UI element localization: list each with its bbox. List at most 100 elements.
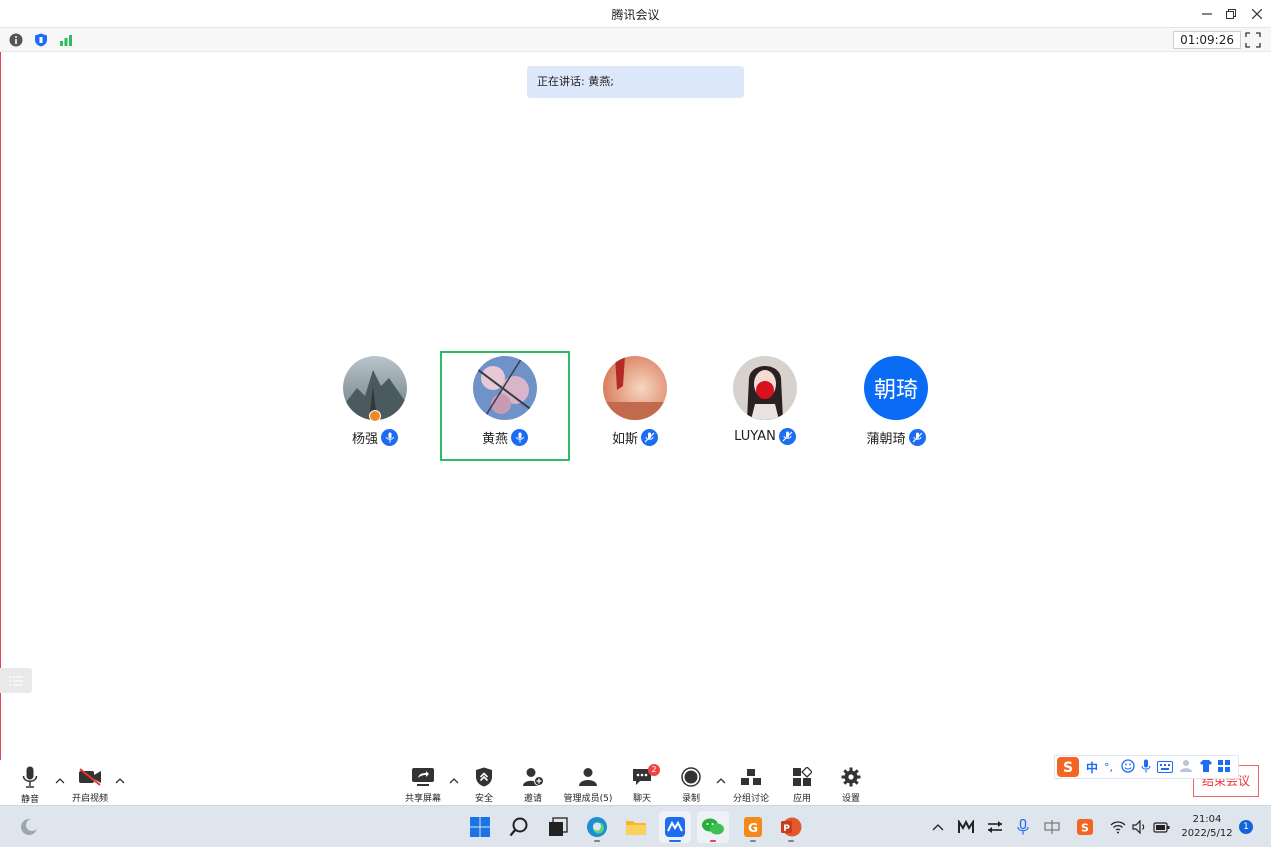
- participant-tile[interactable]: LUYAN: [700, 351, 830, 461]
- mic-on-icon: [511, 429, 528, 446]
- ime-punct-toggle[interactable]: °,: [1104, 761, 1113, 774]
- wifi-icon[interactable]: [1110, 819, 1126, 835]
- os-taskbar: G P S 21:04 2022/5/12 1: [0, 805, 1271, 847]
- avatar: [733, 356, 797, 420]
- avatar: [473, 356, 537, 420]
- weather-widget-icon[interactable]: [13, 811, 45, 843]
- sogou-logo-icon[interactable]: S: [1056, 756, 1080, 778]
- active-indicator: [669, 840, 681, 842]
- participant-name: 如斯: [611, 432, 638, 447]
- chat-unread-badge: 2: [648, 764, 660, 776]
- start-video-button[interactable]: 开启视频: [60, 766, 120, 804]
- settings-button[interactable]: 设置: [821, 766, 881, 804]
- sogou-tray-icon[interactable]: S: [1077, 819, 1093, 835]
- microphone-icon: [18, 766, 42, 788]
- svg-text:S: S: [1063, 760, 1073, 776]
- info-icon[interactable]: [8, 32, 24, 48]
- participant-name: 杨强: [351, 432, 378, 447]
- list-icon: [9, 675, 23, 686]
- participant-name: 黄燕: [481, 432, 508, 447]
- participant-tile[interactable]: 杨强: [310, 351, 440, 461]
- tencent-meeting-taskbar-icon[interactable]: [659, 811, 691, 843]
- powerpoint-icon[interactable]: P: [775, 811, 807, 843]
- windows-start-icon[interactable]: [464, 811, 496, 843]
- invite-button[interactable]: 邀请: [503, 766, 563, 804]
- svg-text:S: S: [1081, 822, 1089, 835]
- settings-label: 设置: [841, 794, 860, 804]
- show-hidden-icons-chevron-icon[interactable]: [932, 819, 944, 835]
- title-bar: 腾讯会议: [0, 0, 1271, 28]
- clock-time: 21:04: [1192, 814, 1222, 825]
- document-app-icon[interactable]: G: [737, 811, 769, 843]
- record-icon: [679, 766, 703, 787]
- minimize-button[interactable]: [1197, 4, 1217, 24]
- apps-label: 应用: [792, 794, 811, 804]
- notification-badge[interactable]: 1: [1239, 820, 1253, 834]
- microphone-tray-icon[interactable]: [1017, 819, 1029, 835]
- avatar-initials: 朝琦: [873, 378, 918, 403]
- shield-icon[interactable]: [33, 32, 49, 48]
- layout-list-button[interactable]: [0, 668, 32, 693]
- voice-input-icon[interactable]: [1141, 758, 1151, 777]
- share-screen-icon: [411, 766, 435, 787]
- chevron-up-icon[interactable]: [115, 776, 125, 786]
- user-icon[interactable]: [1179, 758, 1195, 777]
- meeting-window: 腾讯会议 01:09:26 正在讲话: 黄燕; 杨强 黄燕 如斯 LUYAN 朝…: [0, 0, 1271, 847]
- file-explorer-icon[interactable]: [620, 811, 652, 843]
- share-screen-button[interactable]: 共享屏幕: [393, 766, 453, 804]
- participant-name: LUYAN: [734, 429, 776, 444]
- meeting-info-strip: 01:09:26: [0, 28, 1271, 52]
- taskbar-clock[interactable]: 21:04 2022/5/12: [1178, 813, 1236, 841]
- invite-label: 邀请: [523, 794, 542, 804]
- task-view-icon[interactable]: [542, 811, 574, 843]
- running-indicator: [750, 840, 756, 842]
- meeting-timer: 01:09:26: [1173, 31, 1241, 49]
- breakout-label: 分组讨论: [732, 794, 769, 804]
- restore-button[interactable]: [1221, 4, 1241, 24]
- restore-icon: [1226, 9, 1236, 19]
- participant-tile-active[interactable]: 黄燕: [440, 351, 570, 461]
- window-title: 腾讯会议: [611, 8, 660, 22]
- chat-label: 聊天: [632, 794, 651, 804]
- svg-text:P: P: [783, 824, 790, 834]
- mic-muted-icon: [641, 429, 658, 446]
- fullscreen-button[interactable]: [1245, 32, 1261, 48]
- add-user-icon: [521, 766, 545, 787]
- participant-tile[interactable]: 如斯: [570, 351, 700, 461]
- video-off-icon: [78, 766, 102, 787]
- video-label: 开启视频: [71, 794, 108, 804]
- mute-button[interactable]: 静音: [0, 766, 60, 805]
- search-icon[interactable]: [503, 811, 535, 843]
- security-label: 安全: [474, 794, 493, 804]
- record-button[interactable]: 录制: [661, 766, 721, 804]
- fullscreen-icon: [1245, 32, 1261, 48]
- members-label: 管理成员(5): [563, 794, 613, 804]
- edge-browser-icon[interactable]: [581, 811, 613, 843]
- tray-app-icon[interactable]: [958, 819, 974, 835]
- ime-mode-toggle[interactable]: 中: [1086, 759, 1098, 776]
- close-icon: [1252, 9, 1262, 19]
- skin-shirt-icon[interactable]: [1199, 758, 1213, 777]
- close-button[interactable]: [1247, 4, 1267, 24]
- speaking-banner: 正在讲话: 黄燕;: [527, 66, 744, 98]
- avatar: 朝琦: [864, 356, 928, 420]
- ime-chinese-icon[interactable]: [1044, 819, 1060, 835]
- svg-text:G: G: [748, 821, 758, 835]
- volume-icon[interactable]: [1132, 819, 1148, 835]
- sync-arrows-icon[interactable]: [987, 819, 1003, 835]
- avatar: [603, 356, 667, 420]
- keyboard-icon[interactable]: [1157, 758, 1174, 777]
- apps-grid-icon: [790, 766, 814, 787]
- toolbox-grid-icon[interactable]: [1217, 758, 1231, 777]
- battery-icon[interactable]: [1153, 819, 1171, 835]
- host-icon: [369, 410, 381, 422]
- running-indicator: [710, 840, 716, 842]
- wechat-icon[interactable]: [697, 811, 729, 843]
- emoji-icon[interactable]: [1121, 758, 1135, 777]
- participant-tile[interactable]: 朝琦 蒲朝琦: [831, 351, 961, 461]
- minimize-icon: [1202, 13, 1212, 15]
- signal-icon[interactable]: [58, 32, 74, 48]
- manage-members-button[interactable]: 管理成员(5): [558, 766, 618, 804]
- ime-toolbar: S 中 °,: [1054, 755, 1239, 779]
- mute-label: 静音: [20, 795, 39, 805]
